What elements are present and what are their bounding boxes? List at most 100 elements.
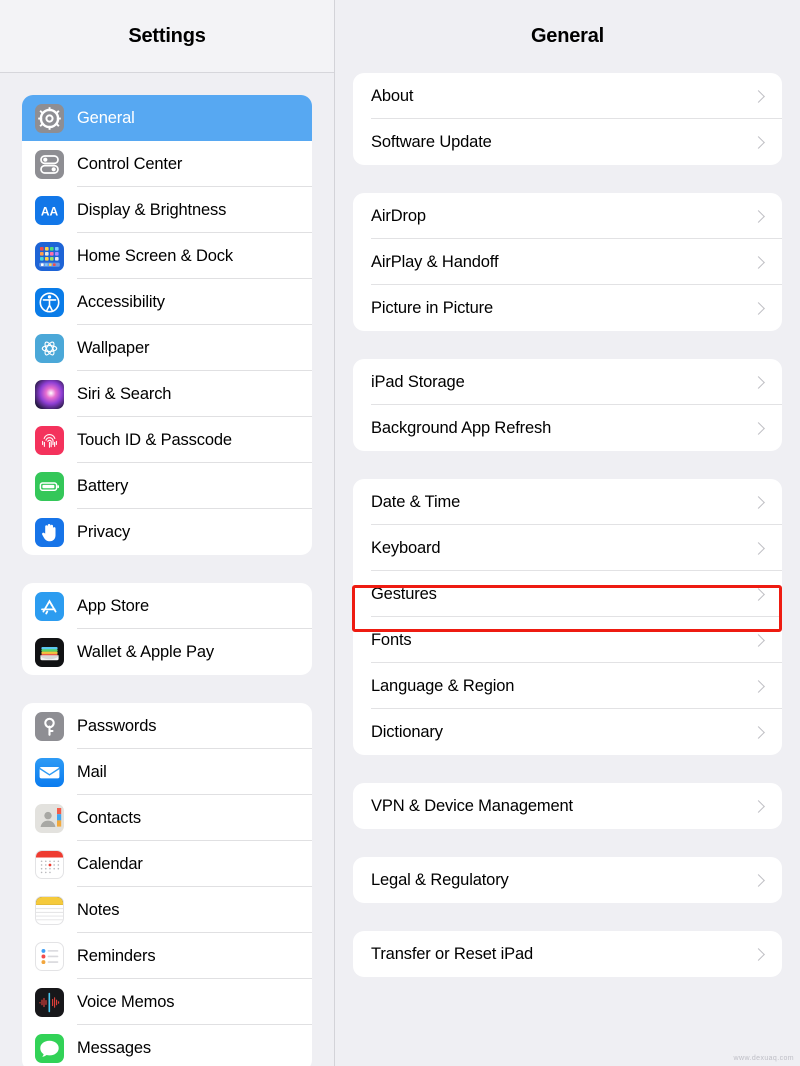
sidebar-item-label: Wallet & Apple Pay	[77, 642, 215, 661]
sidebar-group-store: App Store Wallet & Apple Pay	[22, 583, 312, 675]
sidebar-item-label: Touch ID & Passcode	[77, 430, 232, 449]
sidebar-item-label: Contacts	[77, 808, 141, 827]
sidebar-item-messages[interactable]: Messages	[22, 1025, 312, 1066]
row-label: Legal & Regulatory	[371, 870, 509, 889]
chevron-right-icon	[752, 301, 765, 315]
chevron-right-icon	[752, 633, 765, 647]
row-label: Language & Region	[371, 676, 515, 695]
row-label: Fonts	[371, 630, 412, 649]
sidebar-item-label: Passwords	[77, 716, 157, 735]
detail-row-keyboard[interactable]: Keyboard	[353, 525, 782, 571]
reminders-icon	[35, 941, 64, 971]
detail-header: General	[335, 0, 800, 73]
sidebar-item-label: Siri & Search	[77, 384, 172, 403]
sidebar-item-touch-id-passcode[interactable]: Touch ID & Passcode	[22, 417, 312, 463]
sidebar-item-voice-memos[interactable]: Voice Memos	[22, 979, 312, 1025]
notes-icon	[35, 895, 64, 925]
sidebar-item-mail[interactable]: Mail	[22, 749, 312, 795]
detail-scroll-area[interactable]: About Software Update AirDrop AirPlay & …	[335, 73, 800, 1066]
sidebar-item-home-screen-dock[interactable]: Home Screen & Dock	[22, 233, 312, 279]
row-label: Background App Refresh	[371, 418, 552, 437]
sidebar-scroll-area[interactable]: General Control Center AA Display & Brig…	[0, 73, 334, 1066]
sidebar-item-battery[interactable]: Battery	[22, 463, 312, 509]
sidebar-item-accessibility[interactable]: Accessibility	[22, 279, 312, 325]
sidebar-item-label: Mail	[77, 762, 107, 781]
chevron-right-icon	[752, 421, 765, 435]
row-label: Date & Time	[371, 492, 461, 511]
detail-row-gestures[interactable]: Gestures	[353, 571, 782, 617]
touch-id-icon	[35, 425, 64, 455]
detail-row-picture-in-picture[interactable]: Picture in Picture	[353, 285, 782, 331]
detail-row-software-update[interactable]: Software Update	[353, 119, 782, 165]
accessibility-icon	[35, 287, 64, 317]
detail-group-info: About Software Update	[353, 73, 782, 165]
siri-search-icon	[35, 379, 64, 409]
page-title: General	[530, 25, 605, 47]
sidebar-item-label: Accessibility	[77, 292, 165, 311]
detail-row-date-time[interactable]: Date & Time	[353, 479, 782, 525]
row-label: iPad Storage	[371, 372, 465, 391]
sidebar-group-system: General Control Center AA Display & Brig…	[22, 95, 312, 555]
sidebar-title: Settings	[128, 24, 206, 47]
sidebar-item-privacy[interactable]: Privacy	[22, 509, 312, 555]
general-detail-pane: General About Software Update AirDrop Ai…	[335, 0, 800, 1066]
settings-sidebar: Settings General Control Center AA Displ…	[0, 0, 335, 1066]
detail-row-airplay-handoff[interactable]: AirPlay & Handoff	[353, 239, 782, 285]
row-label: AirDrop	[371, 206, 426, 225]
detail-row-ipad-storage[interactable]: iPad Storage	[353, 359, 782, 405]
sidebar-item-wallet-apple-pay[interactable]: Wallet & Apple Pay	[22, 629, 312, 675]
messages-icon	[35, 1033, 64, 1063]
row-label: VPN & Device Management	[371, 796, 573, 815]
sidebar-item-passwords[interactable]: Passwords	[22, 703, 312, 749]
detail-row-vpn-device-management[interactable]: VPN & Device Management	[353, 783, 782, 829]
chevron-right-icon	[752, 873, 765, 887]
detail-row-transfer-or-reset-ipad[interactable]: Transfer or Reset iPad	[353, 931, 782, 977]
detail-row-dictionary[interactable]: Dictionary	[353, 709, 782, 755]
detail-row-background-app-refresh[interactable]: Background App Refresh	[353, 405, 782, 451]
row-label: Dictionary	[371, 722, 443, 741]
control-center-icon	[35, 149, 64, 179]
chevron-right-icon	[752, 587, 765, 601]
passwords-key-icon	[35, 711, 64, 741]
wallet-icon	[35, 637, 64, 667]
sidebar-item-contacts[interactable]: Contacts	[22, 795, 312, 841]
detail-row-language-region[interactable]: Language & Region	[353, 663, 782, 709]
chevron-right-icon	[752, 209, 765, 223]
sidebar-item-wallpaper[interactable]: Wallpaper	[22, 325, 312, 371]
voice-memos-icon	[35, 987, 64, 1017]
sidebar-item-label: Home Screen & Dock	[77, 246, 233, 265]
sidebar-item-label: Notes	[77, 900, 120, 919]
sidebar-header: Settings	[0, 0, 334, 73]
chevron-right-icon	[752, 541, 765, 555]
detail-row-airdrop[interactable]: AirDrop	[353, 193, 782, 239]
privacy-hand-icon	[35, 517, 64, 547]
sidebar-item-calendar[interactable]: Calendar	[22, 841, 312, 887]
sidebar-item-label: Wallpaper	[77, 338, 150, 357]
detail-row-fonts[interactable]: Fonts	[353, 617, 782, 663]
sidebar-item-label: Calendar	[77, 854, 143, 873]
gear-icon	[35, 103, 64, 133]
sidebar-item-general[interactable]: General	[22, 95, 312, 141]
sidebar-item-app-store[interactable]: App Store	[22, 583, 312, 629]
sidebar-item-display-brightness[interactable]: AA Display & Brightness	[22, 187, 312, 233]
detail-group-storage: iPad Storage Background App Refresh	[353, 359, 782, 451]
row-label: Keyboard	[371, 538, 441, 557]
sidebar-item-label: Reminders	[77, 946, 156, 965]
row-label: About	[371, 86, 414, 105]
chevron-right-icon	[752, 679, 765, 693]
sidebar-item-siri-search[interactable]: Siri & Search	[22, 371, 312, 417]
detail-row-legal-regulatory[interactable]: Legal & Regulatory	[353, 857, 782, 903]
sidebar-item-label: Privacy	[77, 522, 131, 541]
sidebar-item-label: Display & Brightness	[77, 200, 227, 219]
detail-row-about[interactable]: About	[353, 73, 782, 119]
sidebar-item-label: App Store	[77, 596, 150, 615]
chevron-right-icon	[752, 375, 765, 389]
sidebar-item-label: Control Center	[77, 154, 183, 173]
chevron-right-icon	[752, 89, 765, 103]
battery-icon	[35, 471, 64, 501]
sidebar-item-notes[interactable]: Notes	[22, 887, 312, 933]
sidebar-item-reminders[interactable]: Reminders	[22, 933, 312, 979]
chevron-right-icon	[752, 947, 765, 961]
sidebar-item-control-center[interactable]: Control Center	[22, 141, 312, 187]
chevron-right-icon	[752, 255, 765, 269]
